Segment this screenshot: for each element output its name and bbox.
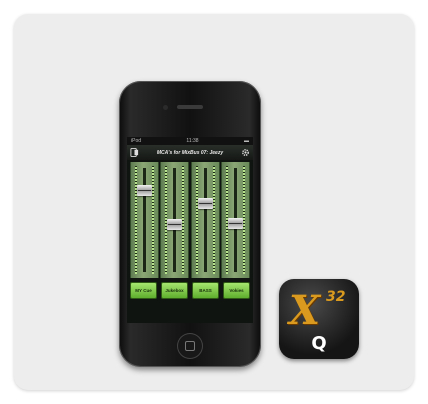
channel-button-1[interactable]: MY Cue: [130, 282, 157, 299]
level-meter-right: [182, 166, 185, 274]
app-title-bar: MCA's for MixBus 07: Jeezy: [127, 145, 253, 160]
channel-strip-2: [160, 162, 190, 278]
status-time: 11:38: [186, 138, 199, 144]
level-meter-right: [152, 166, 154, 274]
channel-button-2[interactable]: Jukebox: [161, 282, 188, 299]
channel-button-3[interactable]: BASS: [192, 282, 219, 299]
level-meter-left: [135, 166, 137, 274]
channel-strip-1: [130, 162, 159, 278]
product-card: iPod 11:38 ▬ MCA's for MixBus 07: Jeezy: [14, 14, 414, 390]
level-meter-right: [242, 166, 245, 274]
camera-icon: [163, 105, 168, 110]
channel-button-4[interactable]: Vokies: [223, 282, 250, 299]
fader-track: [203, 168, 207, 272]
app-logo-number: 32: [326, 289, 346, 305]
channel-strips: [127, 160, 253, 278]
fader-handle[interactable]: [137, 184, 152, 196]
phone-view-icon[interactable]: [130, 148, 139, 157]
battery-icon: ▬: [243, 138, 249, 144]
level-meter-right: [212, 166, 215, 274]
app-logo-sub: Q: [311, 333, 327, 354]
carrier-label: iPod: [131, 138, 142, 144]
channel-buttons: MY Cue Jukebox BASS Vokies: [127, 278, 253, 299]
channel-strip-3: [190, 162, 220, 278]
fader-track: [143, 168, 146, 272]
speaker-grille: [177, 105, 203, 109]
mix-title: MCA's for MixBus 07: Jeezy: [156, 149, 224, 156]
fader-handle[interactable]: [227, 218, 243, 230]
home-button[interactable]: [177, 333, 203, 359]
app-logo-letter: X: [289, 287, 321, 334]
level-meter-left: [195, 166, 198, 274]
app-screen: iPod 11:38 ▬ MCA's for MixBus 07: Jeezy: [127, 137, 253, 323]
iphone-device: iPod 11:38 ▬ MCA's for MixBus 07: Jeezy: [119, 81, 261, 367]
channel-strip-4: [220, 162, 250, 278]
gear-icon[interactable]: [241, 148, 250, 157]
status-bar: iPod 11:38 ▬: [127, 137, 253, 145]
x32-q-app-icon[interactable]: X 32 Q: [279, 279, 359, 359]
fader-handle[interactable]: [167, 219, 183, 231]
fader-handle[interactable]: [197, 197, 213, 209]
